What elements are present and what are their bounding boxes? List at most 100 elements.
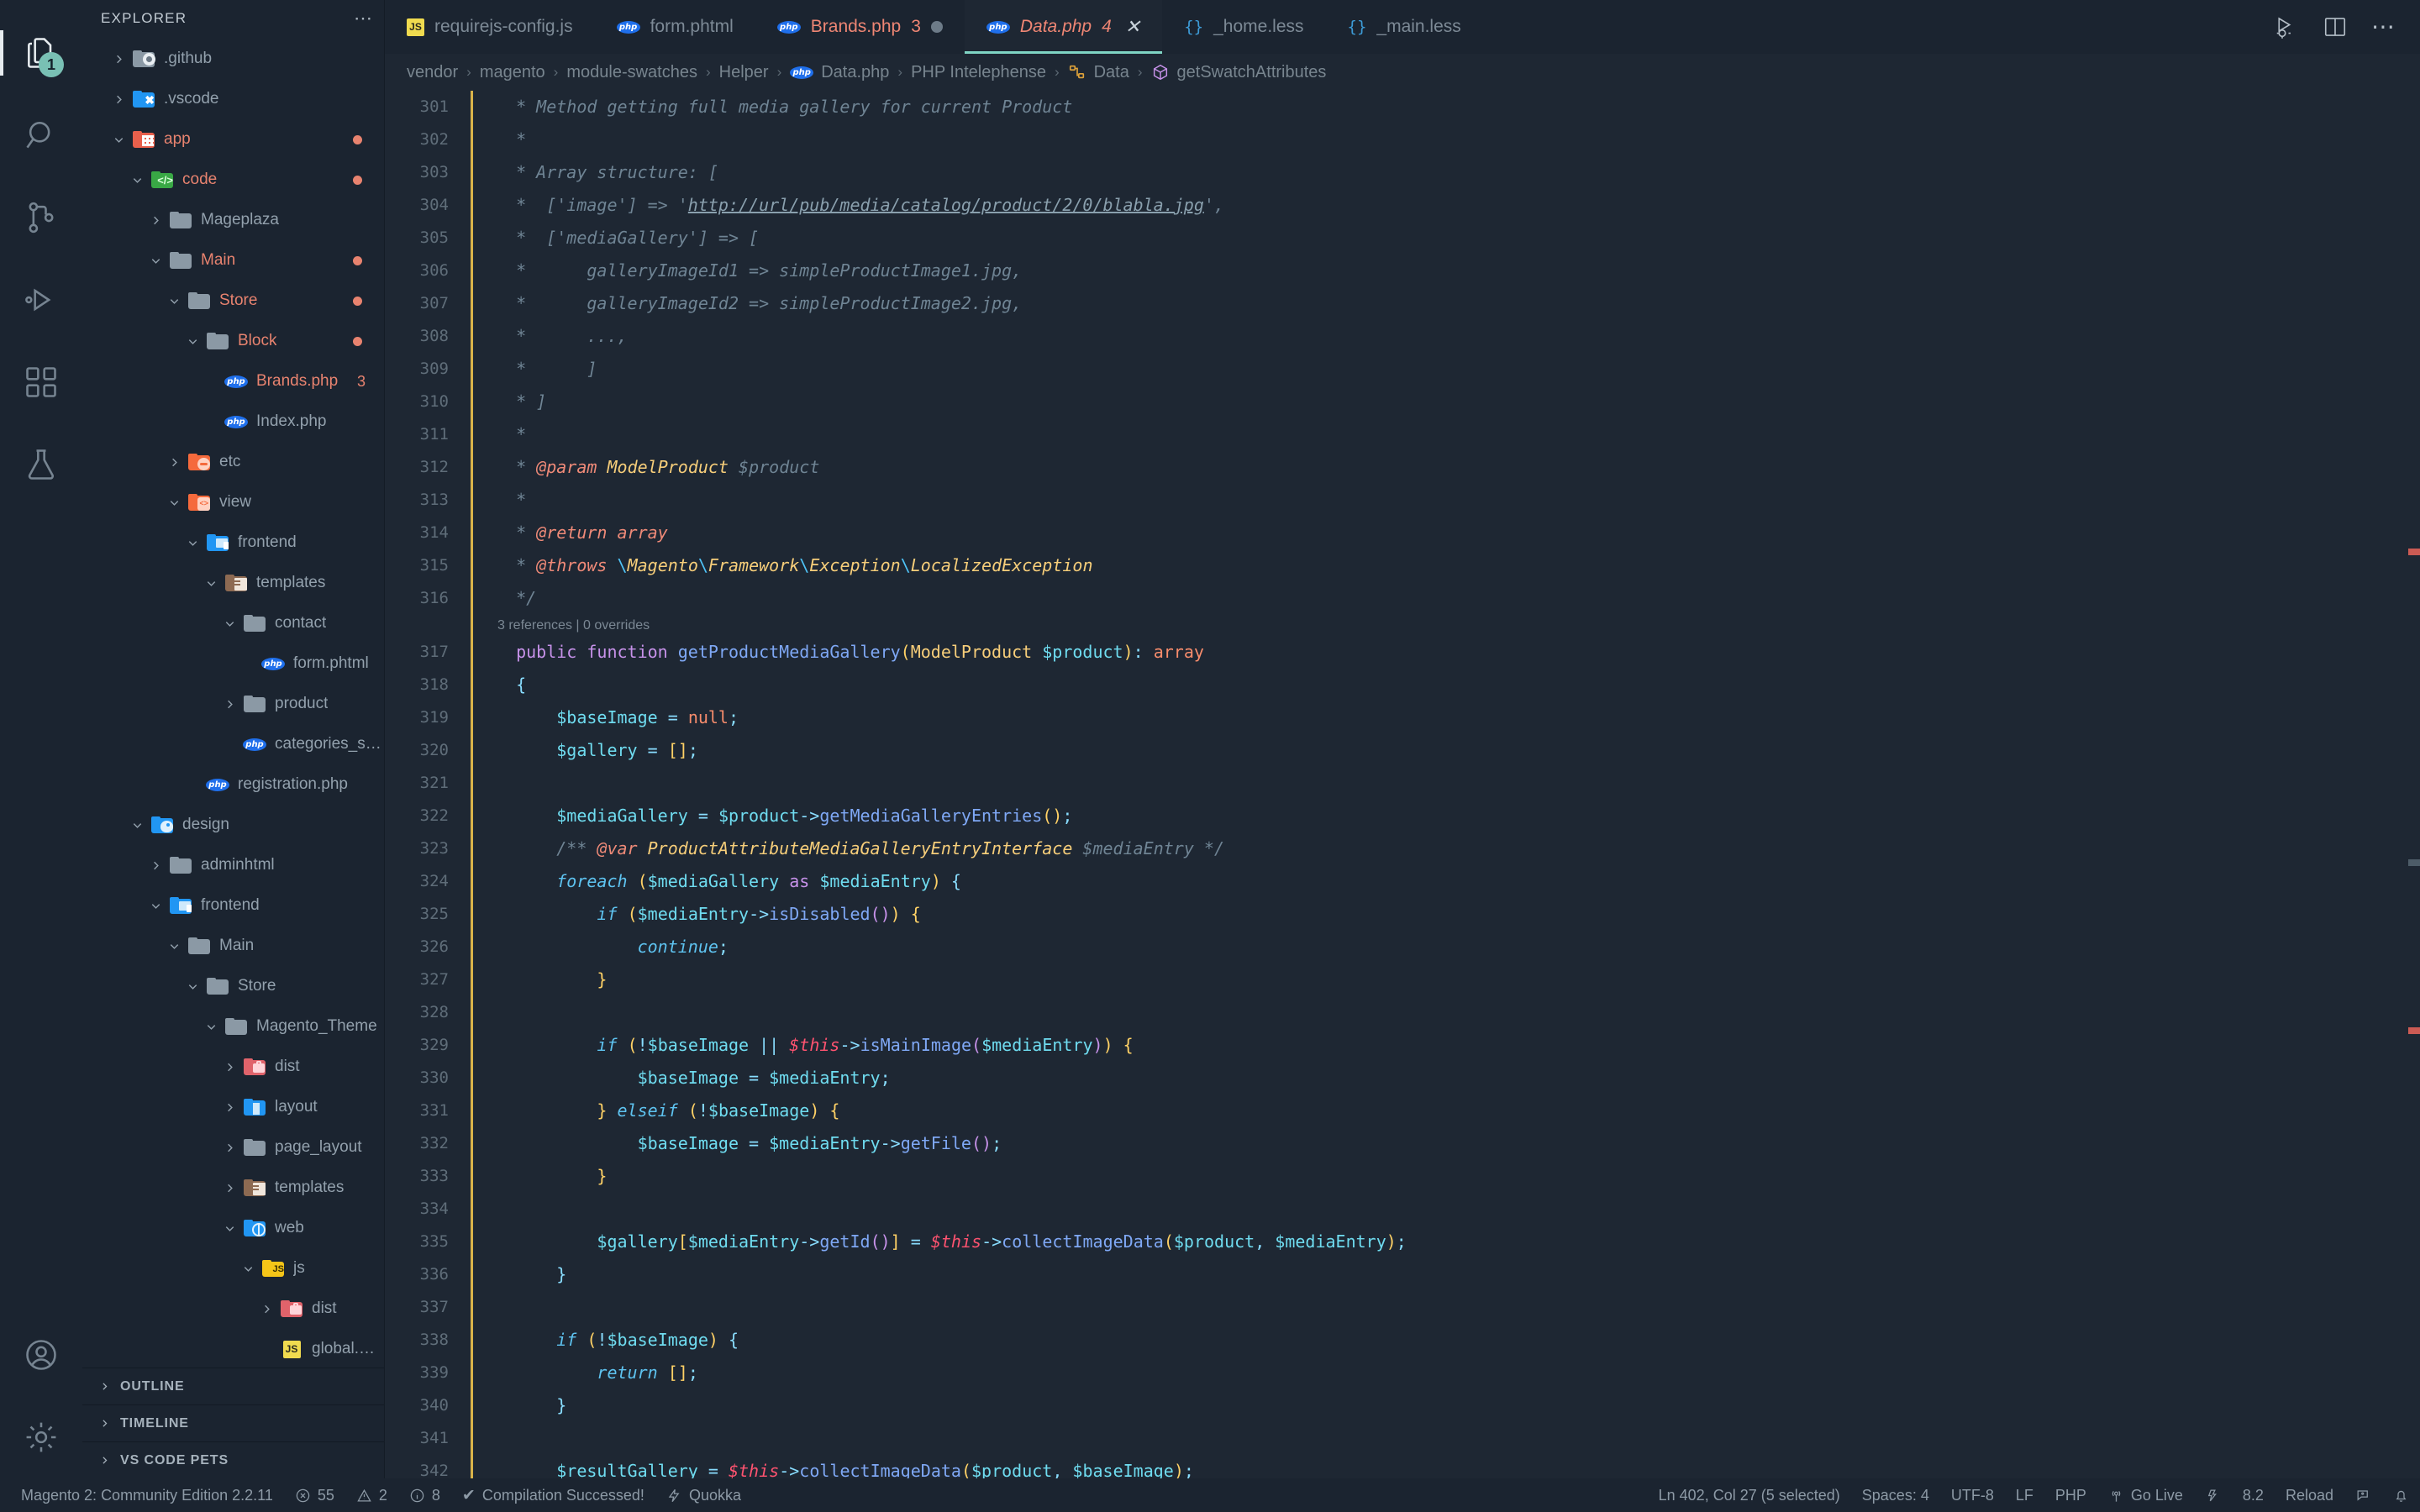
code-line[interactable]: if (!$baseImage) { xyxy=(496,1324,2420,1357)
breadcrumb-item-getswatchattributes[interactable]: getSwatchAttributes xyxy=(1151,63,1326,82)
chevron-right-icon[interactable] xyxy=(150,859,168,872)
tree-item-dist[interactable]: dist xyxy=(82,1047,384,1087)
tree-item--vscode[interactable]: ✖ .vscode xyxy=(82,79,384,119)
activity-item-manage[interactable] xyxy=(0,1396,82,1478)
code-line[interactable]: * ] xyxy=(496,386,2420,418)
tree-item-etc[interactable]: etc xyxy=(82,442,384,482)
chevron-right-icon[interactable] xyxy=(168,456,187,469)
code-line[interactable]: * xyxy=(496,123,2420,156)
status-encoding[interactable]: UTF-8 xyxy=(1940,1487,2005,1504)
tree-item-frontend[interactable]: frontend xyxy=(82,885,384,926)
code-line[interactable]: $mediaGallery = $product->getMediaGaller… xyxy=(496,800,2420,832)
status-warnings-count[interactable]: 2 xyxy=(345,1487,398,1504)
status-errors-count[interactable]: 55 xyxy=(284,1487,345,1504)
chevron-down-icon[interactable] xyxy=(187,980,205,993)
code-line[interactable]: * galleryImageId1 => simpleProductImage1… xyxy=(496,255,2420,287)
code-line[interactable]: * ['mediaGallery'] => [ xyxy=(496,222,2420,255)
status-go-live[interactable]: Go Live xyxy=(2097,1487,2194,1504)
code-line[interactable]: * xyxy=(496,484,2420,517)
code-line[interactable]: * @throws \Magento\Framework\Exception\L… xyxy=(496,549,2420,582)
code-line[interactable]: $baseImage = $mediaEntry; xyxy=(496,1062,2420,1095)
run-and-debug-icon[interactable] xyxy=(2274,14,2299,39)
status-indentation[interactable]: Spaces: 4 xyxy=(1851,1487,1940,1504)
code-line[interactable]: continue; xyxy=(496,931,2420,963)
code-line[interactable] xyxy=(496,1291,2420,1324)
sidebar-more-actions-icon[interactable]: ⋯ xyxy=(354,8,374,29)
chevron-right-icon[interactable] xyxy=(260,1303,279,1315)
tree-item-app[interactable]: app xyxy=(82,119,384,160)
code-line[interactable] xyxy=(496,996,2420,1029)
tab-form-phtml[interactable]: php form.phtml xyxy=(595,0,755,54)
code-line[interactable]: * ..., xyxy=(496,320,2420,353)
chevron-down-icon[interactable] xyxy=(150,255,168,267)
status-reload[interactable]: Reload xyxy=(2275,1487,2344,1504)
code-line[interactable]: foreach ($mediaGallery as $mediaEntry) { xyxy=(496,865,2420,898)
breadcrumb-item-helper[interactable]: Helper xyxy=(719,63,769,82)
breadcrumb-item-vendor[interactable]: vendor xyxy=(407,63,458,82)
code-line[interactable]: $gallery[$mediaEntry->getId()] = $this->… xyxy=(496,1226,2420,1258)
code-line[interactable]: } xyxy=(496,1160,2420,1193)
chevron-right-icon[interactable] xyxy=(113,93,131,106)
close-icon[interactable]: ✕ xyxy=(1125,16,1140,38)
breadcrumb-item-php-intelephense[interactable]: PHP Intelephense xyxy=(911,63,1046,82)
code-line[interactable]: /** @var ProductAttributeMediaGalleryEnt… xyxy=(496,832,2420,865)
code-line[interactable]: * Method getting full media gallery for … xyxy=(496,91,2420,123)
tree-item-adminhtml[interactable]: adminhtml xyxy=(82,845,384,885)
sidebar-section-timeline[interactable]: TIMELINE xyxy=(82,1404,384,1441)
tree-item-contact[interactable]: contact xyxy=(82,603,384,643)
codelens[interactable]: 3 references | 0 overrides xyxy=(496,615,2420,636)
tree-item-product[interactable]: product xyxy=(82,684,384,724)
code-line[interactable] xyxy=(496,1193,2420,1226)
tree-item-design[interactable]: design xyxy=(82,805,384,845)
chevron-down-icon[interactable] xyxy=(205,577,224,590)
tab-data-php[interactable]: php Data.php 4 ✕ xyxy=(964,0,1163,54)
tree-item-layout[interactable]: layout xyxy=(82,1087,384,1127)
code-line[interactable]: * @param ModelProduct $product xyxy=(496,451,2420,484)
status-language-mode[interactable]: PHP xyxy=(2044,1487,2097,1504)
sidebar-section-outline[interactable]: OUTLINE xyxy=(82,1368,384,1404)
code-line[interactable]: } xyxy=(496,1389,2420,1422)
activity-item-source-control[interactable] xyxy=(0,176,82,259)
code-line[interactable]: * ['image'] => 'http://url/pub/media/cat… xyxy=(496,189,2420,222)
code-content[interactable]: * Method getting full media gallery for … xyxy=(482,91,2420,1478)
chevron-right-icon[interactable] xyxy=(224,1101,242,1114)
tree-item-form-phtml[interactable]: php form.phtml xyxy=(82,643,384,684)
file-tree[interactable]: .github ✖ .vscode app </> code Mageplaza Main St… xyxy=(82,37,384,1368)
code-line[interactable]: } elseif (!$baseImage) { xyxy=(496,1095,2420,1127)
code-line[interactable]: if ($mediaEntry->isDisabled()) { xyxy=(496,898,2420,931)
tree-item-main[interactable]: Main xyxy=(82,240,384,281)
chevron-down-icon[interactable] xyxy=(242,1263,260,1275)
minimap[interactable] xyxy=(2403,91,2420,1478)
code-line[interactable]: * galleryImageId2 => simpleProductImage2… xyxy=(496,287,2420,320)
activity-item-extensions[interactable] xyxy=(0,341,82,423)
status-quokka[interactable]: Quokka xyxy=(655,1487,752,1504)
status-intelephense[interactable] xyxy=(2194,1488,2232,1504)
tree-item-registration-php[interactable]: php registration.php xyxy=(82,764,384,805)
tree-item-magento-theme[interactable]: Magento_Theme xyxy=(82,1006,384,1047)
code-line[interactable]: $baseImage = null; xyxy=(496,701,2420,734)
tree-item-mageplaza[interactable]: Mageplaza xyxy=(82,200,384,240)
breadcrumb-item-data[interactable]: Data xyxy=(1068,63,1129,82)
code-line[interactable]: return []; xyxy=(496,1357,2420,1389)
tree-item-view[interactable]: <> view xyxy=(82,482,384,522)
split-editor-icon[interactable] xyxy=(2323,14,2348,39)
tab-requirejs-config-js[interactable]: JS requirejs-config.js xyxy=(385,0,595,54)
tree-item-index-php[interactable]: php Index.php xyxy=(82,402,384,442)
chevron-down-icon[interactable] xyxy=(168,496,187,509)
tab-bar[interactable]: JS requirejs-config.js php form.phtml php Bra… xyxy=(385,0,2420,54)
fold-indicator-column[interactable] xyxy=(462,91,482,1478)
tree-item-dist[interactable]: dist xyxy=(82,1289,384,1329)
chevron-down-icon[interactable] xyxy=(224,617,242,630)
tree-item-global-min-js[interactable]: JS global.min.js xyxy=(82,1329,384,1368)
activity-item-testing[interactable] xyxy=(0,423,82,506)
chevron-right-icon[interactable] xyxy=(150,214,168,227)
code-line[interactable] xyxy=(496,767,2420,800)
tree-item-templates[interactable]: templates xyxy=(82,563,384,603)
chevron-down-icon[interactable] xyxy=(131,174,150,186)
tree-item-categories-section-phtml[interactable]: php categories_section.phtml xyxy=(82,724,384,764)
chevron-down-icon[interactable] xyxy=(168,940,187,953)
activity-item-explorer[interactable]: 1 xyxy=(0,12,82,94)
code-line[interactable]: { xyxy=(496,669,2420,701)
code-line[interactable]: $resultGallery = $this->collectImageData… xyxy=(496,1455,2420,1478)
code-line[interactable]: */ xyxy=(496,582,2420,615)
